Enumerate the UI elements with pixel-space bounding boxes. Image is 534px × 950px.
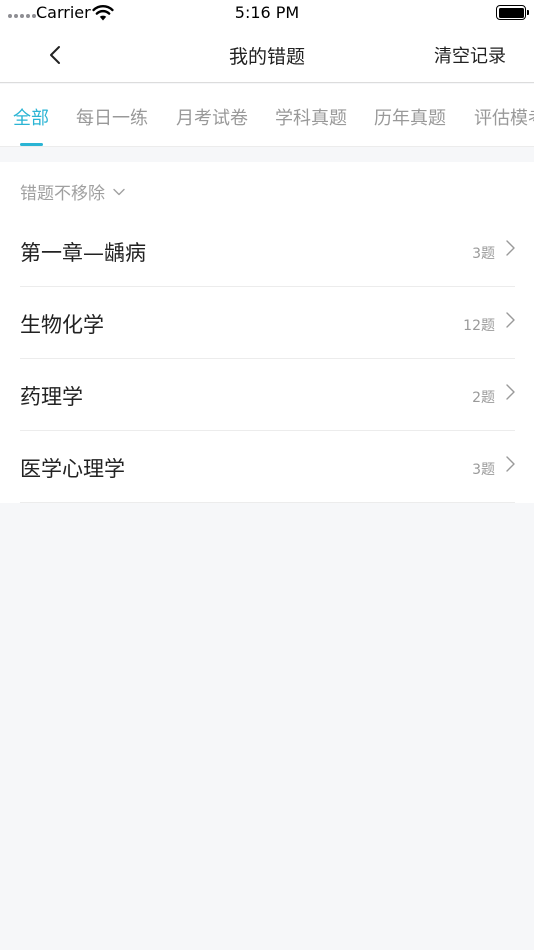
clear-records-button[interactable]: 清空记录 <box>434 42 506 68</box>
tab-daily-practice[interactable]: 每日一练 <box>76 104 148 130</box>
chevron-down-icon <box>113 188 125 195</box>
active-tab-indicator <box>20 143 43 146</box>
status-bar: Carrier 5:16 PM <box>0 0 534 28</box>
filter-label: 错题不移除 <box>20 184 105 204</box>
screen: Carrier 5:16 PM 我的错题 清空记录 全部 每日一练 月考试卷 学… <box>0 0 534 950</box>
list-item[interactable]: 医学心理学 3题 <box>20 431 515 503</box>
chevron-right-icon <box>506 384 515 400</box>
list-item[interactable]: 药理学 2题 <box>20 359 515 431</box>
category-tabs: 全部 每日一练 月考试卷 学科真题 历年真题 评估模考 <box>0 84 534 147</box>
item-count: 2题 <box>472 390 495 406</box>
wrong-question-list: 错题不移除 第一章—龋病 3题 生物化学 12题 药理学 2题 医学心理学 3题 <box>0 162 534 503</box>
list-item[interactable]: 第一章—龋病 3题 <box>20 215 515 287</box>
chevron-right-icon <box>506 240 515 256</box>
item-title: 生物化学 <box>20 313 104 337</box>
item-title: 第一章—龋病 <box>20 241 146 265</box>
divider <box>20 502 515 503</box>
clock: 5:16 PM <box>234 3 300 22</box>
tab-past-exam[interactable]: 历年真题 <box>374 104 446 130</box>
item-title: 医学心理学 <box>20 457 125 481</box>
item-count: 3题 <box>472 462 495 478</box>
item-count: 3题 <box>472 246 495 262</box>
nav-bar: 我的错题 清空记录 <box>0 28 534 83</box>
tab-mock-assessment[interactable]: 评估模考 <box>474 104 534 130</box>
item-title: 药理学 <box>20 385 83 409</box>
item-count: 12题 <box>463 318 495 334</box>
tab-subject-exam[interactable]: 学科真题 <box>275 104 347 130</box>
filter-dropdown[interactable]: 错题不移除 <box>20 179 125 204</box>
battery-icon <box>496 5 529 20</box>
list-item[interactable]: 生物化学 12题 <box>20 287 515 359</box>
chevron-right-icon <box>506 312 515 328</box>
tab-all[interactable]: 全部 <box>13 104 49 130</box>
chevron-right-icon <box>506 456 515 472</box>
tab-monthly-exam[interactable]: 月考试卷 <box>176 104 248 130</box>
